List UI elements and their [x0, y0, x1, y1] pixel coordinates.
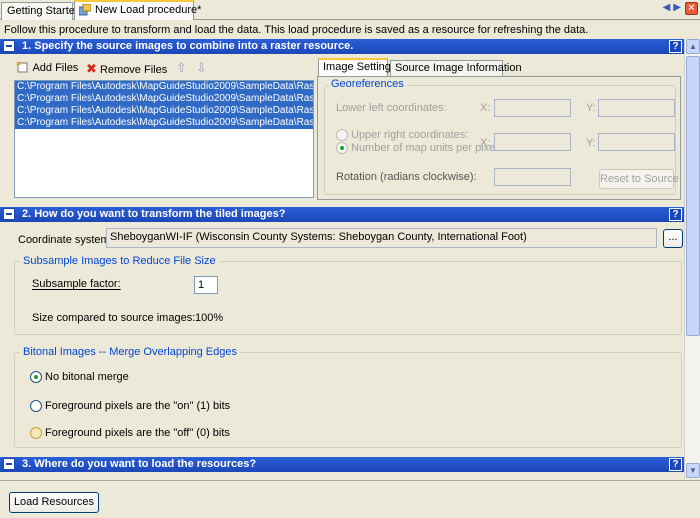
list-item[interactable]: C:\Program Files\Autodesk\MapGuideStudio…: [15, 81, 313, 93]
source-file-list[interactable]: C:\Program Files\Autodesk\MapGuideStudio…: [14, 80, 314, 198]
reset-to-source-button[interactable]: Reset to Source: [599, 169, 679, 189]
close-tab-button[interactable]: ✕: [685, 2, 698, 15]
upper-right-y-label: Y:: [586, 137, 596, 149]
add-files-icon: [16, 61, 28, 73]
move-up-button[interactable]: ⇧: [176, 60, 187, 76]
load-resources-label: Load Resources: [13, 496, 95, 508]
tab-new-load-procedure[interactable]: New Load procedure*: [74, 0, 201, 20]
arrow-up-icon: ⇧: [176, 60, 187, 75]
subsample-factor-input[interactable]: 1: [194, 276, 218, 294]
add-files-label: Add Files: [32, 62, 79, 74]
tab-prev-icon[interactable]: ◀: [663, 2, 671, 13]
section-3-title: 3. Where do you want to load the resourc…: [22, 458, 257, 470]
upper-right-x-label: X:: [480, 137, 491, 149]
foreground-off-radio[interactable]: [30, 427, 42, 439]
arrow-down-icon: ⇩: [196, 60, 207, 75]
section-2-title: 2. How do you want to transform the tile…: [22, 208, 286, 220]
collapse-section-3-icon[interactable]: [3, 458, 15, 470]
add-files-button[interactable]: Add Files: [16, 61, 78, 74]
section-3-header[interactable]: 3. Where do you want to load the resourc…: [0, 457, 684, 472]
remove-files-label: Remove Files: [99, 64, 168, 76]
list-item[interactable]: C:\Program Files\Autodesk\MapGuideStudio…: [15, 93, 313, 105]
chevron-up-icon: ▲: [689, 42, 697, 51]
load-procedure-icon: [79, 4, 91, 16]
subsample-factor-label: Subsample factor:: [32, 278, 121, 290]
coordinate-system-label: Coordinate system:: [18, 234, 113, 246]
list-item[interactable]: C:\Program Files\Autodesk\MapGuideStudio…: [15, 105, 313, 117]
close-icon: ✕: [687, 3, 696, 14]
size-compared-label: Size compared to source images:: [32, 312, 196, 324]
lower-left-x-input[interactable]: [494, 99, 571, 117]
help-icon[interactable]: ?: [669, 458, 682, 471]
section-1-title: 1. Specify the source images to combine …: [22, 40, 354, 52]
tab-source-info-label: Source Image Information: [395, 62, 522, 74]
section-2-header[interactable]: 2. How do you want to transform the tile…: [0, 207, 684, 222]
move-down-button[interactable]: ⇩: [196, 60, 207, 76]
browse-coordinate-button[interactable]: ...: [663, 229, 683, 248]
tab-image-settings-label: Image Settings: [323, 61, 397, 73]
tab-next-icon[interactable]: ▶: [673, 2, 681, 13]
tab-new-load-label: New Load procedure*: [95, 4, 202, 16]
vertical-scrollbar[interactable]: ▲ ▼: [684, 39, 700, 479]
rotation-input[interactable]: [494, 168, 571, 186]
no-bitonal-merge-label[interactable]: No bitonal merge: [45, 371, 129, 383]
tab-nav-arrows: ◀ ▶: [663, 2, 684, 13]
georeferences-title: Georeferences: [328, 78, 407, 90]
scroll-up-button[interactable]: ▲: [686, 39, 700, 54]
lower-left-y-label: Y:: [586, 102, 596, 114]
coordinate-system-value: SheboyganWI-IF (Wisconsin County Systems…: [110, 231, 527, 243]
no-bitonal-merge-radio[interactable]: [30, 371, 42, 383]
footer-divider: [0, 480, 700, 481]
remove-files-button[interactable]: ✖ Remove Files: [86, 61, 167, 77]
tab-getting-started-label: Getting Started: [7, 5, 81, 17]
subsample-title: Subsample Images to Reduce File Size: [20, 255, 219, 267]
lower-left-y-input[interactable]: [598, 99, 675, 117]
tab-image-settings[interactable]: Image Settings: [318, 58, 396, 76]
image-settings-panel: Georeferences Lower left coordinates: X:…: [317, 76, 681, 200]
help-icon[interactable]: ?: [669, 208, 682, 221]
size-compared-value: 100%: [195, 312, 224, 324]
foreground-on-label[interactable]: Foreground pixels are the "on" (1) bits: [45, 400, 230, 412]
upper-right-radio[interactable]: [336, 129, 348, 141]
rotation-label: Rotation (radians clockwise):: [336, 171, 477, 183]
chevron-down-icon: ▼: [689, 466, 697, 475]
subsample-factor-text: Subsample factor:: [32, 278, 121, 290]
intro-text: Follow this procedure to transform and l…: [4, 24, 589, 36]
tab-source-image-information[interactable]: Source Image Information: [390, 60, 522, 76]
document-tab-strip: Getting Started New Load procedure* ◀ ▶ ✕: [0, 0, 700, 20]
map-units-label: Number of map units per pixel:: [351, 142, 501, 154]
foreground-on-radio[interactable]: [30, 400, 42, 412]
upper-right-label: Upper right coordinates:: [351, 129, 469, 141]
coordinate-system-field[interactable]: SheboyganWI-IF (Wisconsin County Systems…: [106, 228, 657, 248]
subsample-factor-value: 1: [198, 279, 205, 291]
upper-right-y-input[interactable]: [598, 133, 675, 151]
section-1-header[interactable]: 1. Specify the source images to combine …: [0, 39, 684, 54]
list-item[interactable]: C:\Program Files\Autodesk\MapGuideStudio…: [15, 117, 313, 129]
foreground-off-label[interactable]: Foreground pixels are the "off" (0) bits: [45, 427, 230, 439]
map-units-radio[interactable]: [336, 142, 348, 154]
scrollbar-thumb[interactable]: [686, 56, 700, 336]
collapse-section-2-icon[interactable]: [3, 208, 15, 220]
lower-left-x-label: X:: [480, 102, 491, 114]
upper-right-x-input[interactable]: [494, 133, 571, 151]
collapse-section-1-icon[interactable]: [3, 40, 15, 52]
tab-getting-started[interactable]: Getting Started: [1, 2, 81, 20]
scroll-down-button[interactable]: ▼: [686, 463, 700, 478]
load-resources-button[interactable]: Load Resources: [9, 492, 99, 513]
bitonal-title: Bitonal Images -- Merge Overlapping Edge…: [20, 346, 240, 358]
remove-icon: ✖: [86, 61, 97, 76]
help-icon[interactable]: ?: [669, 40, 682, 53]
lower-left-label: Lower left coordinates:: [336, 102, 447, 114]
